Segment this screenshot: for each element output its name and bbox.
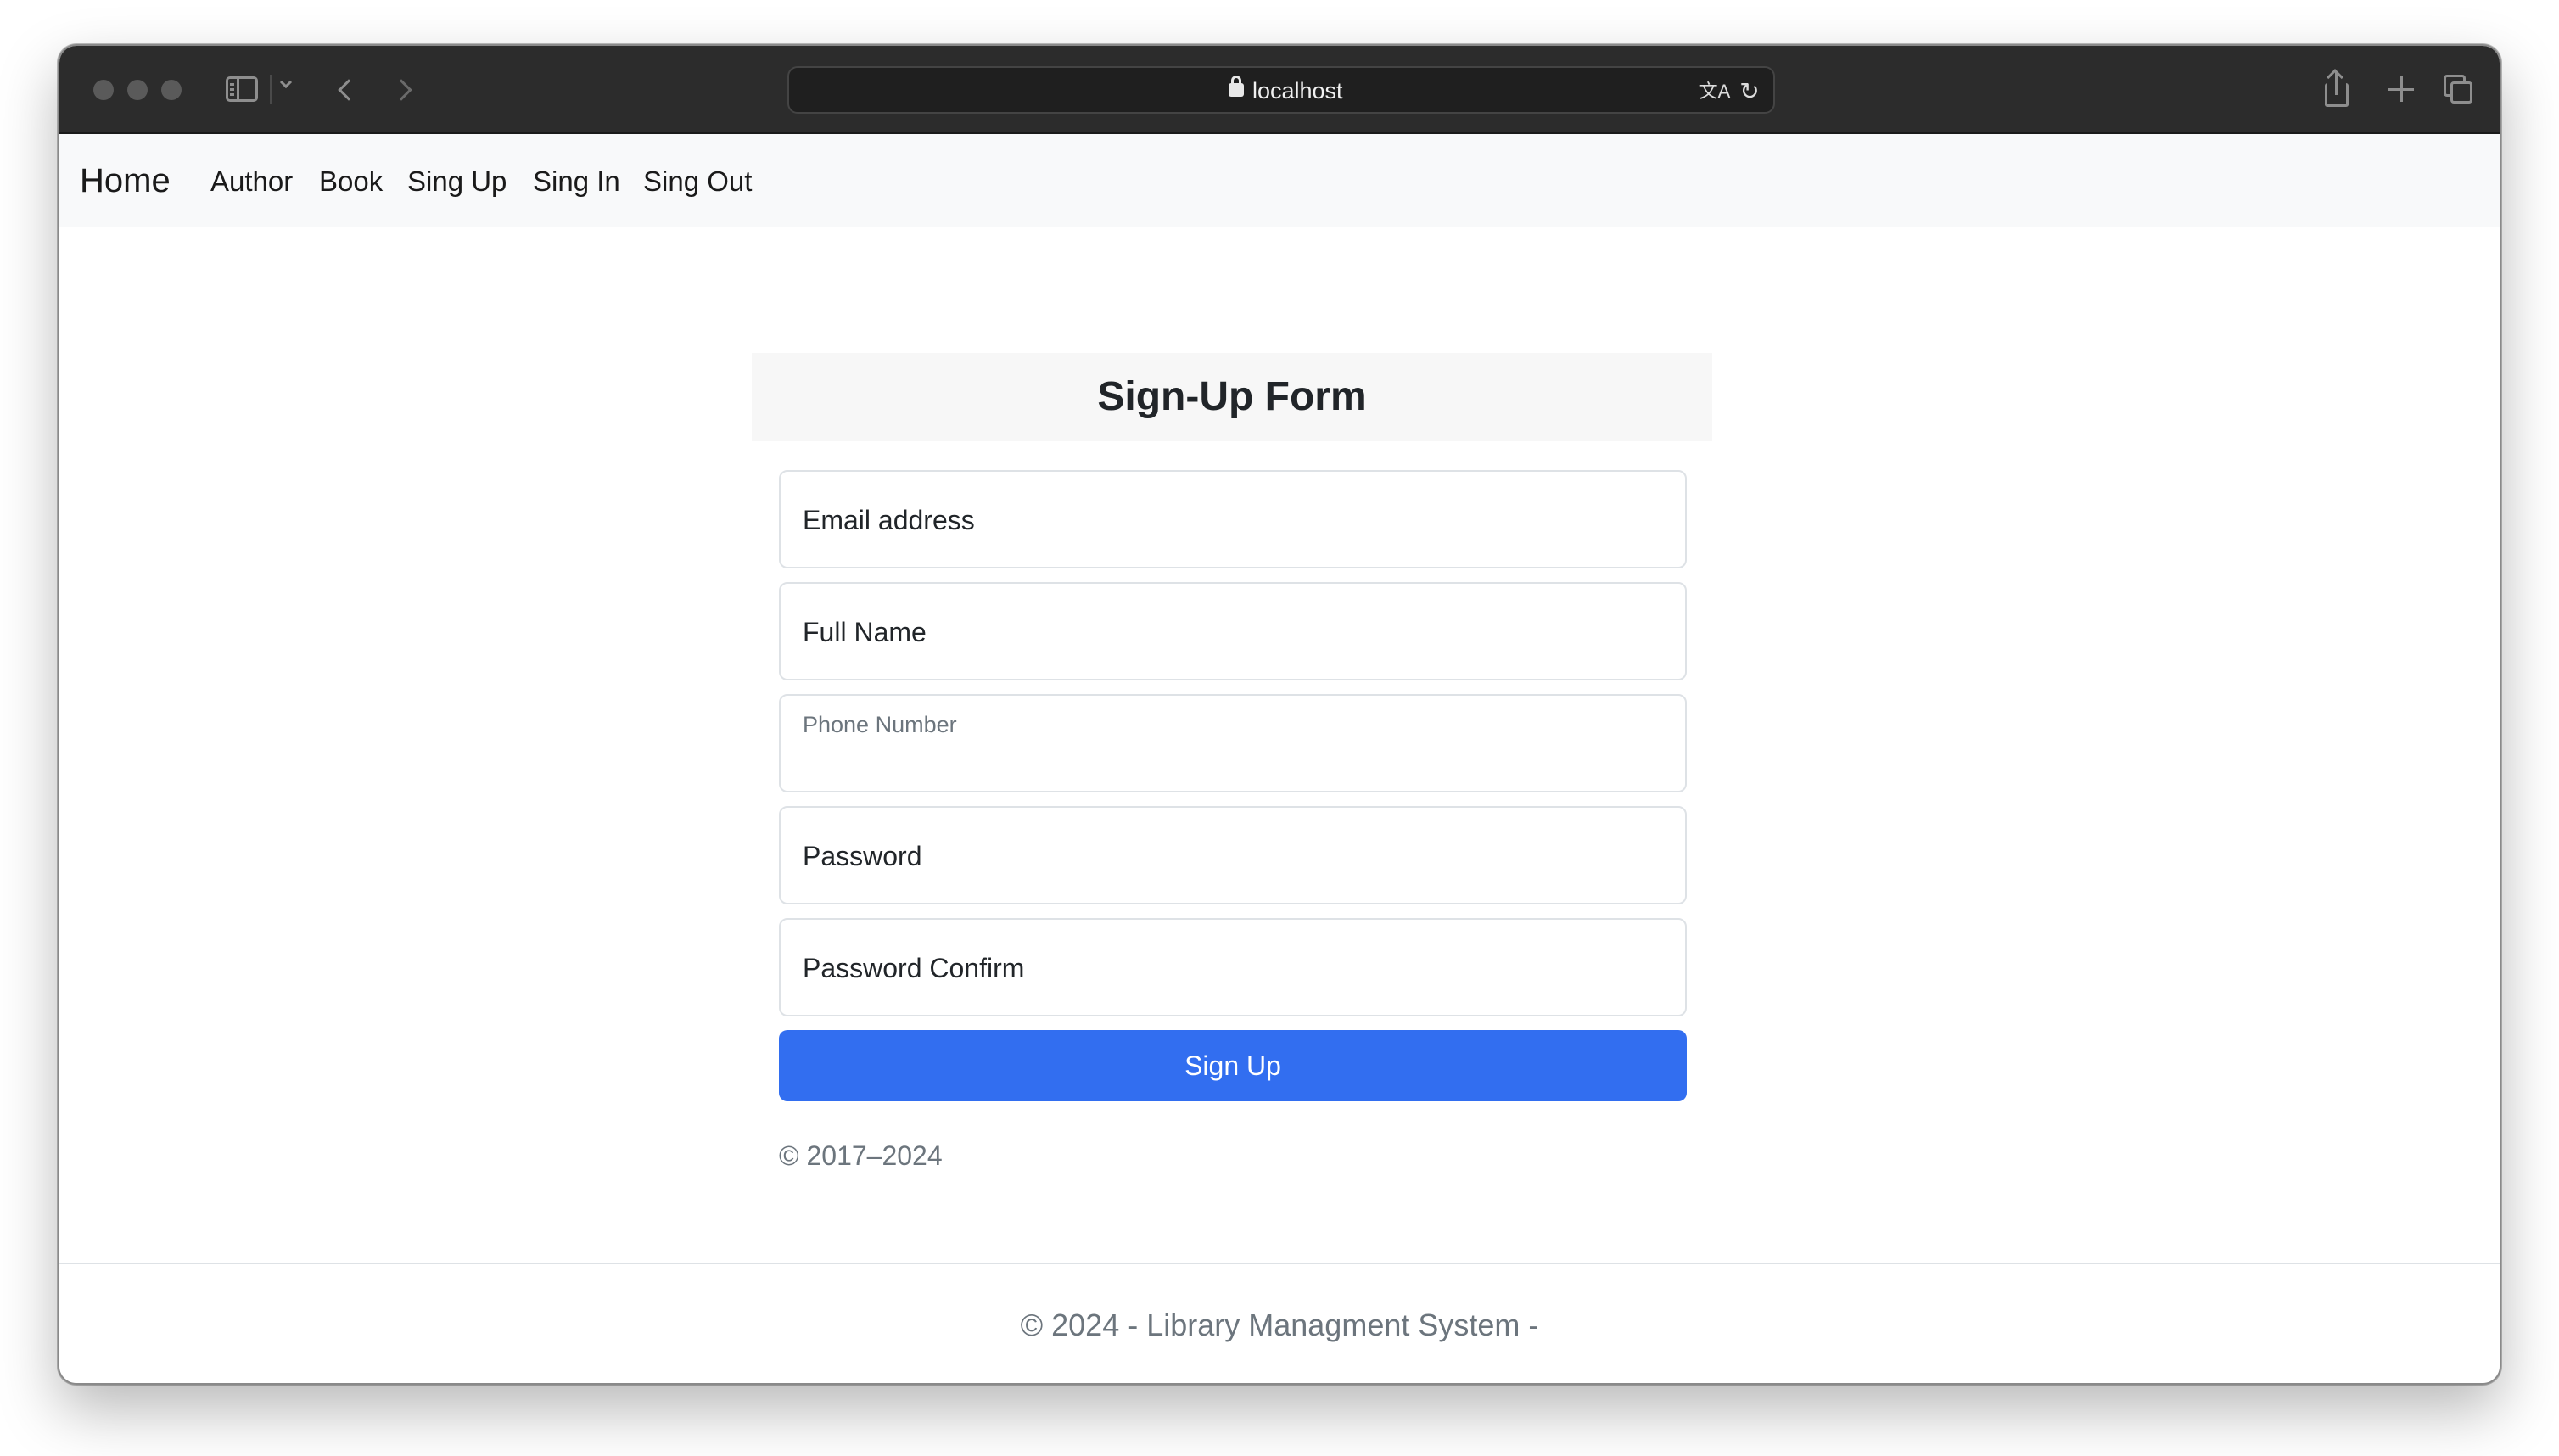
back-icon[interactable]	[338, 79, 360, 101]
password-field[interactable]: Password	[779, 806, 1687, 904]
footer-divider	[59, 1263, 2500, 1264]
full-name-field-label: Full Name	[803, 617, 927, 647]
form-title: Sign-Up Form	[1097, 374, 1367, 419]
forward-icon[interactable]	[390, 79, 412, 101]
minimize-window-icon[interactable]	[127, 80, 148, 100]
nav-signin-link[interactable]: Sing In	[533, 165, 620, 199]
footer-copyright: © 2024 - Library Managment System -	[1020, 1308, 1539, 1342]
sidebar-icon[interactable]	[226, 76, 258, 102]
nav-book-link[interactable]: Book	[319, 165, 383, 199]
nav-signout-link[interactable]: Sing Out	[643, 165, 752, 199]
password-field-label: Password	[803, 841, 922, 871]
close-window-icon[interactable]	[93, 80, 114, 100]
lock-icon	[1229, 76, 1244, 97]
address-bar[interactable]: localhost 文A ↻	[787, 66, 1775, 114]
form-header: Sign-Up Form	[752, 353, 1712, 441]
nav-author-link[interactable]: Author	[210, 165, 293, 199]
new-tab-icon[interactable]	[2384, 68, 2418, 110]
share-icon[interactable]	[2320, 68, 2354, 110]
browser-window: localhost 文A ↻ Home Author Book Sing Up …	[58, 44, 2501, 1385]
form-copyright: © 2017–2024	[779, 1140, 943, 1171]
phone-number-field-label: Phone Number	[803, 712, 957, 737]
chevron-down-icon[interactable]	[279, 76, 293, 89]
email-field-label: Email address	[803, 505, 975, 535]
password-confirm-field[interactable]: Password Confirm	[779, 918, 1687, 1016]
page-content: Home Author Book Sing Up Sing In Sing Ou…	[59, 134, 2500, 1383]
translate-icon[interactable]: 文A	[1699, 79, 1731, 104]
phone-number-field[interactable]: Phone Number	[779, 694, 1687, 792]
sign-up-button[interactable]: Sign Up	[779, 1030, 1687, 1101]
toolbar-divider	[270, 75, 272, 104]
email-field[interactable]: Email address	[779, 470, 1687, 568]
nav-signup-link[interactable]: Sing Up	[407, 165, 507, 199]
maximize-window-icon[interactable]	[161, 80, 182, 100]
browser-toolbar: localhost 文A ↻	[59, 46, 2500, 134]
full-name-field[interactable]: Full Name	[779, 582, 1687, 680]
url-text[interactable]: localhost	[1252, 78, 1343, 104]
tab-overview-icon[interactable]	[2440, 68, 2478, 110]
password-confirm-field-label: Password Confirm	[803, 953, 1025, 983]
top-navbar: Home Author Book Sing Up Sing In Sing Ou…	[59, 134, 2500, 227]
reload-icon[interactable]: ↻	[1736, 78, 1763, 105]
nav-home-link[interactable]: Home	[80, 160, 171, 202]
